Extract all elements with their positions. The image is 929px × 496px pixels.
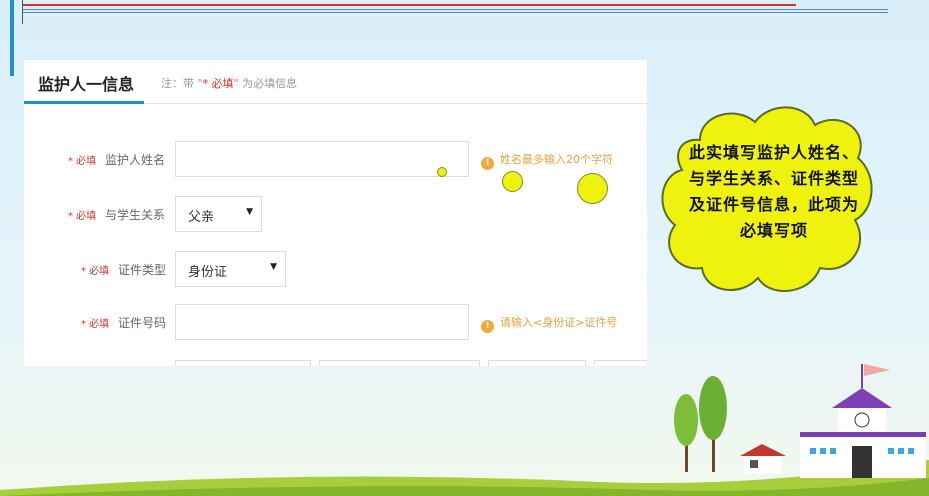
required-mark: * 必填 — [68, 211, 97, 222]
id-number-input[interactable] — [175, 304, 469, 340]
row-id-type: * 必填 证件类型 身份证 ▼ — [24, 251, 647, 287]
required-mark: * 必填 — [81, 266, 110, 277]
chevron-down-icon: ▼ — [246, 207, 253, 217]
row-guardian-name: * 必填 监护人姓名 ! 姓名最多输入20个字符 — [24, 141, 647, 177]
id-number-hint: ! 请输入<身份证>证件号 — [481, 314, 617, 333]
row-relationship: * 必填 与学生关系 父亲 ▼ — [24, 196, 647, 232]
id-type-label: 证件类型 — [118, 263, 167, 277]
title-underline — [24, 101, 144, 104]
chevron-down-icon: ▼ — [270, 262, 277, 272]
id-number-label: 证件号码 — [118, 316, 167, 330]
form-title: 监护人一信息 — [38, 75, 135, 94]
guardian-name-hint-text: 姓名最多输入20个字符 — [500, 153, 613, 166]
note-required-mark: * 必填 — [202, 77, 234, 90]
id-type-select[interactable]: 身份证 ▼ — [175, 251, 286, 287]
thought-bubble-medium — [502, 171, 523, 192]
thought-bubble-small — [437, 167, 447, 177]
note-suffix: " 为必填信息 — [233, 77, 298, 90]
id-type-value: 身份证 — [188, 265, 228, 280]
guardian-name-label: 监护人姓名 — [105, 153, 166, 167]
guardian-form-card: 监护人一信息 注：带 "* 必填" 为必填信息 * 必填 监护人姓名 ! 姓名最多… — [24, 60, 647, 366]
callout-text: 此实填写监护人姓名、与学生关系、证件类型及证件号信息，此项为必填写项 — [688, 143, 859, 240]
warning-icon: ! — [481, 320, 494, 333]
relationship-select[interactable]: 父亲 ▼ — [175, 196, 262, 232]
guardian-name-input[interactable] — [175, 141, 469, 177]
id-number-hint-text: 请输入<身份证>证件号 — [500, 316, 618, 329]
left-accent-bar — [10, 0, 14, 76]
top-blue-line-2 — [22, 12, 888, 13]
relationship-value: 父亲 — [188, 210, 215, 225]
top-blue-line — [22, 9, 888, 10]
thought-bubble-large — [577, 173, 608, 204]
required-mark: * 必填 — [81, 319, 110, 330]
top-red-line — [22, 4, 796, 6]
required-note: 注：带 "* 必填" 为必填信息 — [161, 75, 297, 91]
warning-icon: ! — [481, 157, 494, 170]
row-id-number: * 必填 证件号码 ! 请输入<身份证>证件号 — [24, 304, 647, 340]
relationship-label: 与学生关系 — [105, 208, 166, 222]
left-thin-line — [22, 0, 23, 24]
scenery-illustration — [0, 364, 929, 496]
card-header: 监护人一信息 注：带 "* 必填" 为必填信息 — [24, 60, 647, 104]
required-mark: * 必填 — [68, 156, 97, 167]
note-prefix: 注：带 " — [161, 77, 203, 90]
guardian-name-hint: ! 姓名最多输入20个字符 — [481, 151, 613, 170]
